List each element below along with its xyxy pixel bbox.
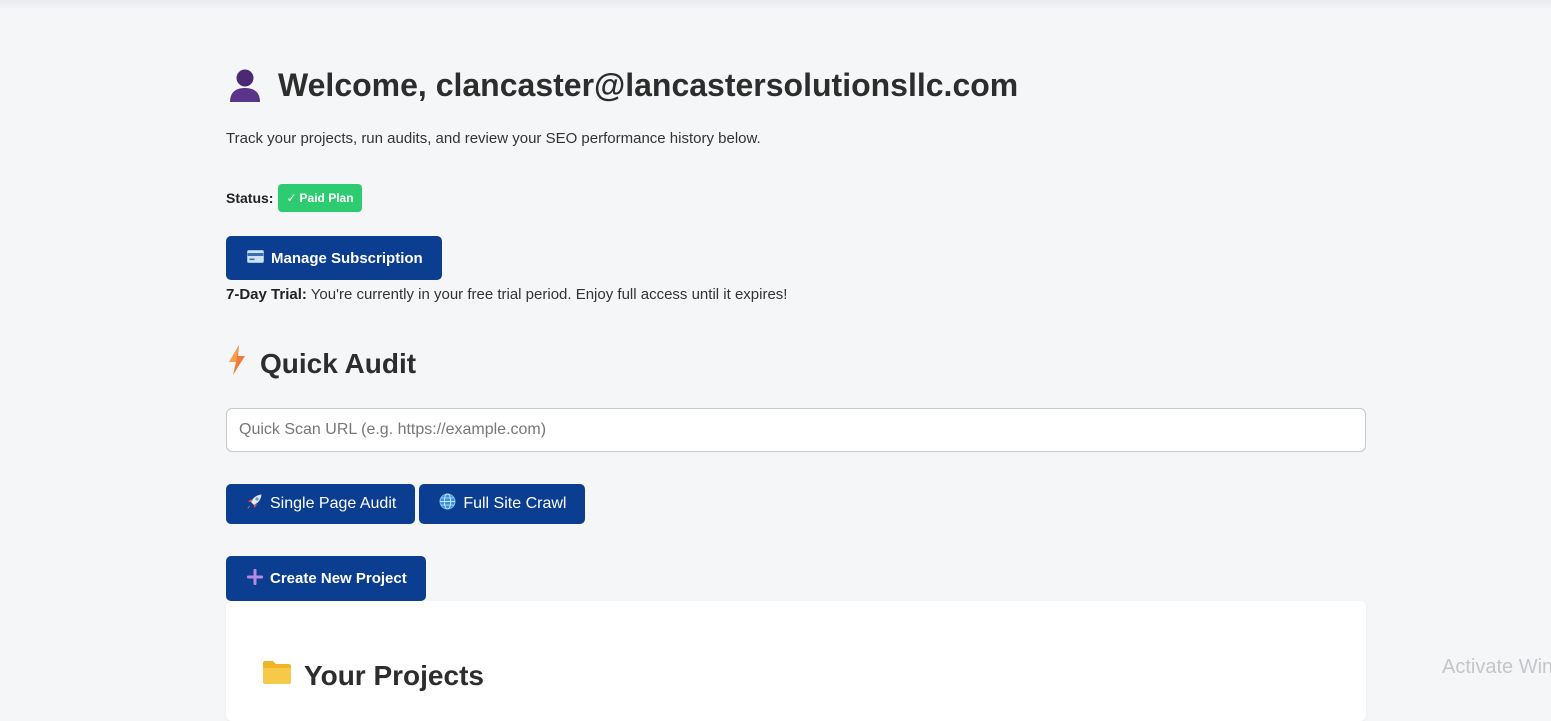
- projects-heading: Your Projects: [262, 659, 484, 692]
- folder-icon: [262, 659, 292, 692]
- plus-icon: [247, 568, 263, 589]
- manage-subscription-button[interactable]: Manage Subscription: [226, 236, 442, 280]
- full-site-crawl-button[interactable]: Full Site Crawl: [419, 484, 586, 524]
- create-new-project-button[interactable]: Create New Project: [226, 556, 426, 601]
- full-site-crawl-label: Full Site Crawl: [463, 495, 567, 512]
- quick-audit-title: Quick Audit: [260, 347, 417, 379]
- projects-card: Your Projects: [226, 601, 1366, 721]
- audit-buttons: Single Page Audit Full Site Crawl: [226, 484, 586, 524]
- single-page-audit-label: Single Page Audit: [270, 495, 397, 512]
- credit-card-icon: [247, 249, 264, 267]
- rocket-icon: [246, 493, 263, 515]
- manage-subscription-label: Manage Subscription: [271, 249, 423, 267]
- top-shadow: [0, 0, 1551, 10]
- globe-icon: [439, 493, 456, 515]
- quick-scan-url-input[interactable]: [226, 408, 1366, 452]
- paid-plan-badge-text: Paid Plan: [299, 191, 354, 205]
- activate-windows-watermark: Activate Windows: [1442, 656, 1551, 678]
- trial-text: You're currently in your free trial peri…: [306, 286, 788, 303]
- trial-label: 7-Day Trial:: [226, 286, 307, 303]
- trial-notice: 7-Day Trial: You're currently in your fr…: [226, 286, 787, 303]
- welcome-heading: Welcome, clancaster@lancastersolutionsll…: [226, 66, 1018, 104]
- quick-audit-heading: Quick Audit: [226, 344, 416, 383]
- check-icon: ✓: [286, 191, 297, 205]
- single-page-audit-button[interactable]: Single Page Audit: [226, 484, 416, 524]
- welcome-text: Welcome, clancaster@lancastersolutionsll…: [278, 66, 1019, 103]
- create-new-project-label: Create New Project: [270, 570, 407, 587]
- status-label: Status:: [226, 190, 274, 206]
- projects-heading-text: Your Projects: [304, 659, 484, 691]
- user-icon: [226, 66, 264, 104]
- status-row: Status: ✓ Paid Plan: [226, 184, 362, 212]
- lightning-icon: [226, 344, 248, 383]
- paid-plan-badge: ✓ Paid Plan: [278, 184, 362, 212]
- welcome-subtitle: Track your projects, run audits, and rev…: [226, 130, 761, 147]
